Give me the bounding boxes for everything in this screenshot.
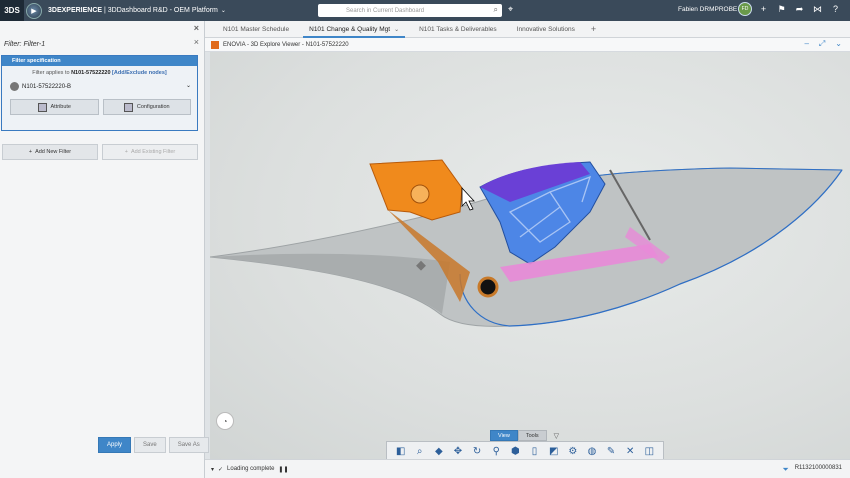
fit-icon[interactable]: ▯: [527, 446, 543, 457]
3d-model[interactable]: [210, 52, 850, 459]
section-icon[interactable]: ◩: [546, 446, 562, 457]
apply-button[interactable]: Apply: [98, 437, 132, 453]
toolbar-collapse-icon[interactable]: ▽: [547, 430, 566, 441]
brand-title[interactable]: 3DEXPERIENCE | 3DDashboard R&D - OEM Pla…: [48, 7, 226, 14]
chevron-down-icon[interactable]: ⌄: [186, 82, 191, 89]
brand-rest: | 3DDashboard R&D - OEM Platform: [102, 7, 218, 14]
plus-icon: +: [124, 149, 128, 155]
attribute-icon: [37, 102, 47, 112]
panel-footer: Apply Save Save As: [98, 437, 209, 453]
attribute-button[interactable]: Attribute: [10, 99, 99, 115]
tab-tools[interactable]: Tools: [517, 430, 547, 441]
close-icon[interactable]: ×: [194, 37, 199, 47]
share-icon[interactable]: ➦: [793, 4, 806, 15]
plus-icon: +: [28, 149, 33, 155]
zoom-icon[interactable]: ⌕: [412, 446, 428, 457]
rotate-icon[interactable]: ↻: [469, 446, 485, 457]
status-code: R1132100000831: [794, 465, 842, 471]
tag-icon[interactable]: ⌖: [508, 4, 513, 15]
bracket-hole: [410, 184, 430, 204]
spec-buttons: Attribute Configuration: [10, 99, 191, 115]
search-input[interactable]: Search in Current Dashboard ⌕: [318, 4, 502, 17]
save-as-button[interactable]: Save As: [168, 437, 209, 453]
user-name[interactable]: Fabien DRMPROBE: [678, 6, 737, 13]
flag-icon[interactable]: ⚑: [775, 4, 788, 15]
minimize-icon[interactable]: –: [804, 39, 808, 49]
panel-icon[interactable]: ◧: [393, 446, 409, 457]
pan-icon[interactable]: ✥: [450, 446, 466, 457]
action-toolbar: ◧ ⌕ ◆ ✥ ↻ ⚲ ⬢ ▯ ◩ ⚙ ◍ ✎ ✕ ◫: [386, 441, 664, 461]
maximize-icon[interactable]: ⤢: [819, 39, 825, 49]
configuration-button[interactable]: Configuration: [102, 99, 191, 115]
tab-master-schedule[interactable]: N101 Master Schedule: [213, 21, 299, 37]
save-button[interactable]: Save: [134, 437, 166, 453]
dropdown-icon[interactable]: ▾: [211, 466, 214, 473]
measure-icon[interactable]: ⚲: [488, 446, 504, 457]
node-select[interactable]: N101-57522220-B ⌄: [10, 82, 191, 91]
plus-icon[interactable]: +: [757, 4, 770, 14]
dashboard-tabs: N101 Master Schedule N101 Change & Quali…: [205, 21, 850, 38]
tab-tasks-deliverables[interactable]: N101 Tasks & Deliverables: [409, 21, 507, 37]
split-icon[interactable]: ◫: [641, 446, 657, 457]
annotate-icon[interactable]: ✎: [603, 446, 619, 457]
check-icon: ✓: [218, 466, 224, 473]
viewer-title: ENOVIA - 3D Explore Viewer - N101-575222…: [223, 41, 349, 48]
head-view-icon[interactable]: ◔: [216, 412, 234, 430]
wing-lower-panel: [210, 253, 450, 314]
add-tab-button[interactable]: +: [585, 21, 602, 37]
compass-icon[interactable]: ▶: [26, 2, 42, 19]
viewer-header: ENOVIA - 3D Explore Viewer - N101-575222…: [205, 38, 850, 52]
configuration-icon: [123, 102, 133, 112]
applies-to: Filter applies to N101-57522220 [Add/Exc…: [32, 70, 167, 76]
filter-panel: × Filter: Filter-1 × Filter specificatio…: [0, 21, 205, 478]
brand-strong: 3DEXPERIENCE: [48, 7, 103, 14]
top-icons: FD + ⚑ ➦ ⋈ ?: [738, 2, 842, 16]
network-icon[interactable]: ⋈: [811, 4, 824, 15]
box-icon[interactable]: ⬢: [507, 446, 523, 457]
search-icon[interactable]: ⌕: [494, 5, 498, 15]
pivot-joint: [477, 276, 499, 298]
tab-view[interactable]: View: [490, 430, 518, 441]
avatar-icon[interactable]: FD: [738, 2, 752, 16]
close-icon[interactable]: ×: [194, 23, 199, 33]
ghost-icon[interactable]: ◍: [584, 446, 600, 457]
enovia-icon: [211, 40, 219, 49]
add-existing-filter-button[interactable]: + Add Existing Filter: [102, 144, 198, 160]
add-exclude-link[interactable]: [Add/Exclude nodes]: [112, 70, 167, 76]
toolbar-tabs: View Tools ▽: [490, 430, 566, 441]
pause-icon[interactable]: ❚❚: [278, 466, 288, 473]
3ds-logo[interactable]: 3DS: [0, 0, 24, 21]
filter-specification: Filter specification Filter applies to N…: [1, 55, 198, 131]
status-right: ⏷ R1132100000831: [782, 465, 842, 475]
chevron-down-icon[interactable]: ⌄: [221, 8, 226, 14]
help-icon[interactable]: ?: [829, 4, 842, 14]
panel-header: ×: [0, 21, 204, 37]
cube-icon[interactable]: ◆: [431, 446, 447, 457]
spec-header[interactable]: Filter specification: [2, 56, 197, 66]
search-placeholder: Search in Current Dashboard: [346, 7, 425, 14]
status-bar: ▾ ✓ Loading complete ❚❚ ⏷ R1132100000831: [205, 459, 850, 478]
viewer-header-icons: – ⤢ ⌄: [804, 39, 842, 49]
tab-innovative-solutions[interactable]: Innovative Solutions: [507, 21, 585, 37]
add-new-filter-button[interactable]: + Add New Filter: [2, 144, 98, 160]
3d-viewport[interactable]: ◔: [210, 52, 850, 459]
chevron-down-icon[interactable]: ⌄: [835, 39, 842, 49]
filter-actions: + Add New Filter + Add Existing Filter: [2, 144, 198, 160]
filter-icon[interactable]: ⏷: [782, 465, 788, 475]
filter-title: Filter: Filter-1 ×: [4, 37, 199, 48]
chevron-down-icon[interactable]: ⌄: [394, 26, 399, 33]
gear-icon: [10, 82, 19, 91]
loading-status: Loading complete: [227, 466, 275, 472]
explode-icon[interactable]: ⚙: [565, 446, 581, 457]
tab-change-quality[interactable]: N101 Change & Quality Mgt ⌄: [299, 21, 409, 38]
close-icon[interactable]: ✕: [622, 446, 638, 457]
